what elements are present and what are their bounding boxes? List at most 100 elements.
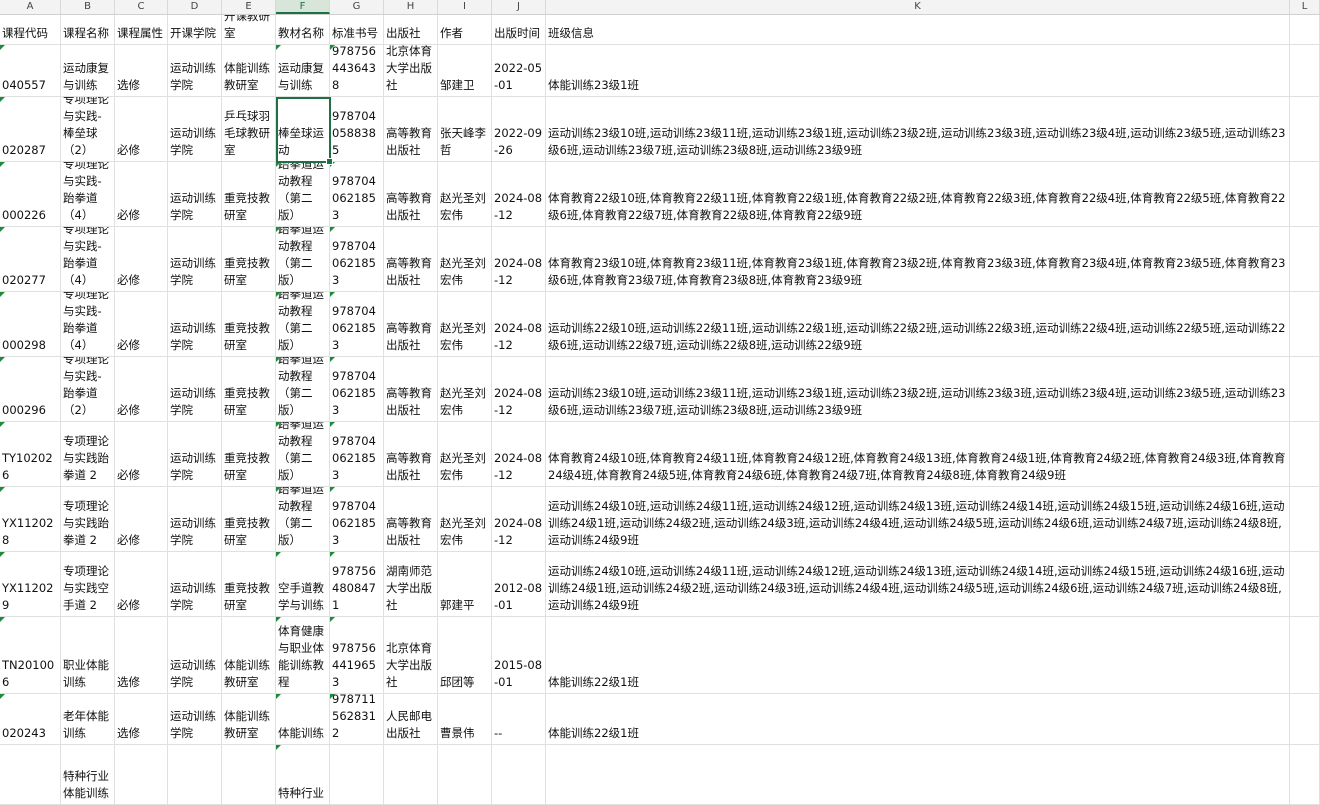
cell-f[interactable]: 教材名称: [276, 15, 330, 44]
cell-i[interactable]: 作者: [438, 15, 492, 44]
column-header-j[interactable]: J: [492, 0, 546, 14]
cell-b[interactable]: 课程名称: [61, 15, 115, 44]
cell-b[interactable]: 专项理论与实践跆拳道 2: [61, 487, 115, 551]
cell-d[interactable]: 运动训练学院: [168, 162, 222, 226]
cell-b[interactable]: 专项理论与实践-棒垒球（2）: [61, 97, 115, 161]
cell-j[interactable]: --: [492, 694, 546, 744]
cell-d[interactable]: 运动训练学院: [168, 617, 222, 693]
cell-k[interactable]: 班级信息: [546, 15, 1290, 44]
cell-g[interactable]: 9787040588385: [330, 97, 384, 161]
cell-j[interactable]: [492, 745, 546, 804]
cell-i[interactable]: 赵光圣刘宏伟: [438, 357, 492, 421]
cell-i[interactable]: 邹建卫: [438, 45, 492, 96]
cell-e[interactable]: 重竞技教研室: [222, 487, 276, 551]
cell-f[interactable]: 体能训练: [276, 694, 330, 744]
cell-j[interactable]: 2024-08-12: [492, 357, 546, 421]
cell-a[interactable]: 000296: [0, 357, 61, 421]
cell-h[interactable]: 人民邮电出版社: [384, 694, 438, 744]
cell-f[interactable]: 体育健康与职业体能训练教程: [276, 617, 330, 693]
cell-i[interactable]: 郭建平: [438, 552, 492, 616]
cell-k[interactable]: 运动训练24级10班,运动训练24级11班,运动训练24级12班,运动训练24级…: [546, 487, 1290, 551]
cell-f[interactable]: 棒垒球运动: [276, 97, 330, 161]
cell-l[interactable]: [1290, 292, 1320, 356]
column-header-a[interactable]: A: [0, 0, 61, 14]
cell-f[interactable]: 跆拳道运动教程（第二版）: [276, 357, 330, 421]
cell-l[interactable]: [1290, 552, 1320, 616]
cell-a[interactable]: YX112028: [0, 487, 61, 551]
cell-f[interactable]: 跆拳道运动教程（第二版）: [276, 422, 330, 486]
cell-j[interactable]: 2022-05-01: [492, 45, 546, 96]
cell-f[interactable]: 跆拳道运动教程（第二版）: [276, 162, 330, 226]
cell-a[interactable]: 课程代码: [0, 15, 61, 44]
cell-b[interactable]: 专项理论与实践-跆拳道（4）: [61, 227, 115, 291]
cell-a[interactable]: 020243: [0, 694, 61, 744]
cell-h[interactable]: 高等教育出版社: [384, 162, 438, 226]
cell-k[interactable]: 体能训练22级1班: [546, 617, 1290, 693]
cell-a[interactable]: 020287: [0, 97, 61, 161]
cell-c[interactable]: 选修: [115, 617, 168, 693]
cell-i[interactable]: 邱团等: [438, 617, 492, 693]
cell-j[interactable]: 2024-08-12: [492, 487, 546, 551]
cell-e[interactable]: 体能训练教研室: [222, 45, 276, 96]
cell-a[interactable]: YX112029: [0, 552, 61, 616]
cell-l[interactable]: [1290, 97, 1320, 161]
column-header-i[interactable]: I: [438, 0, 492, 14]
cell-g[interactable]: 9787564436438: [330, 45, 384, 96]
cell-e[interactable]: 重竞技教研室: [222, 422, 276, 486]
cell-c[interactable]: 必修: [115, 292, 168, 356]
cell-d[interactable]: 运动训练学院: [168, 357, 222, 421]
cell-e[interactable]: [222, 745, 276, 804]
cell-b[interactable]: 专项理论与实践-跆拳道（4）: [61, 162, 115, 226]
cell-i[interactable]: 赵光圣刘宏伟: [438, 227, 492, 291]
cell-k[interactable]: 运动训练23级10班,运动训练23级11班,运动训练23级1班,运动训练23级2…: [546, 97, 1290, 161]
cell-e[interactable]: 体能训练教研室: [222, 694, 276, 744]
cell-a[interactable]: TN201006: [0, 617, 61, 693]
cell-b[interactable]: 特种行业体能训练: [61, 745, 115, 804]
cell-k[interactable]: [546, 745, 1290, 804]
cell-h[interactable]: 高等教育出版社: [384, 487, 438, 551]
cell-a[interactable]: 000226: [0, 162, 61, 226]
cell-h[interactable]: 高等教育出版社: [384, 357, 438, 421]
cell-g[interactable]: 9787040621853: [330, 292, 384, 356]
cell-c[interactable]: 必修: [115, 487, 168, 551]
cell-j[interactable]: 2024-08-12: [492, 422, 546, 486]
cell-d[interactable]: 运动训练学院: [168, 552, 222, 616]
cell-e[interactable]: 开课教研室: [222, 15, 276, 44]
column-header-c[interactable]: C: [115, 0, 168, 14]
cell-k[interactable]: 体育教育22级10班,体育教育22级11班,体育教育22级1班,体育教育22级2…: [546, 162, 1290, 226]
cell-c[interactable]: 必修: [115, 162, 168, 226]
cell-l[interactable]: [1290, 15, 1320, 44]
cell-h[interactable]: 北京体育大学出版社: [384, 617, 438, 693]
cell-h[interactable]: 湖南师范大学出版社: [384, 552, 438, 616]
cell-l[interactable]: [1290, 745, 1320, 804]
cell-k[interactable]: 体育教育24级10班,体育教育24级11班,体育教育24级12班,体育教育24级…: [546, 422, 1290, 486]
cell-k[interactable]: 运动训练22级10班,运动训练22级11班,运动训练22级1班,运动训练22级2…: [546, 292, 1290, 356]
cell-d[interactable]: 开课学院: [168, 15, 222, 44]
cell-l[interactable]: [1290, 45, 1320, 96]
cell-c[interactable]: 必修: [115, 422, 168, 486]
cell-g[interactable]: 9787115628312: [330, 694, 384, 744]
cell-e[interactable]: 乒乓球羽毛球教研室: [222, 97, 276, 161]
column-header-e[interactable]: E: [222, 0, 276, 14]
cell-j[interactable]: 2024-08-12: [492, 227, 546, 291]
cell-d[interactable]: 运动训练学院: [168, 487, 222, 551]
cell-g[interactable]: 9787040621853: [330, 227, 384, 291]
cell-c[interactable]: 选修: [115, 45, 168, 96]
cell-e[interactable]: 重竞技教研室: [222, 292, 276, 356]
cell-i[interactable]: [438, 745, 492, 804]
cell-k[interactable]: 运动训练24级10班,运动训练24级11班,运动训练24级12班,运动训练24级…: [546, 552, 1290, 616]
cell-g[interactable]: 9787040621853: [330, 422, 384, 486]
cell-b[interactable]: 专项理论与实践-跆拳道（2）: [61, 357, 115, 421]
cell-k[interactable]: 体育教育23级10班,体育教育23级11班,体育教育23级1班,体育教育23级2…: [546, 227, 1290, 291]
cell-j[interactable]: 2012-08-01: [492, 552, 546, 616]
cell-e[interactable]: 重竞技教研室: [222, 552, 276, 616]
cell-a[interactable]: TY102026: [0, 422, 61, 486]
cell-c[interactable]: 必修: [115, 357, 168, 421]
cell-e[interactable]: 重竞技教研室: [222, 162, 276, 226]
cell-h[interactable]: 北京体育大学出版社: [384, 45, 438, 96]
cell-j[interactable]: 出版时间: [492, 15, 546, 44]
cell-i[interactable]: 张天峰李哲: [438, 97, 492, 161]
column-header-f[interactable]: F: [276, 0, 330, 14]
cell-l[interactable]: [1290, 227, 1320, 291]
column-header-d[interactable]: D: [168, 0, 222, 14]
